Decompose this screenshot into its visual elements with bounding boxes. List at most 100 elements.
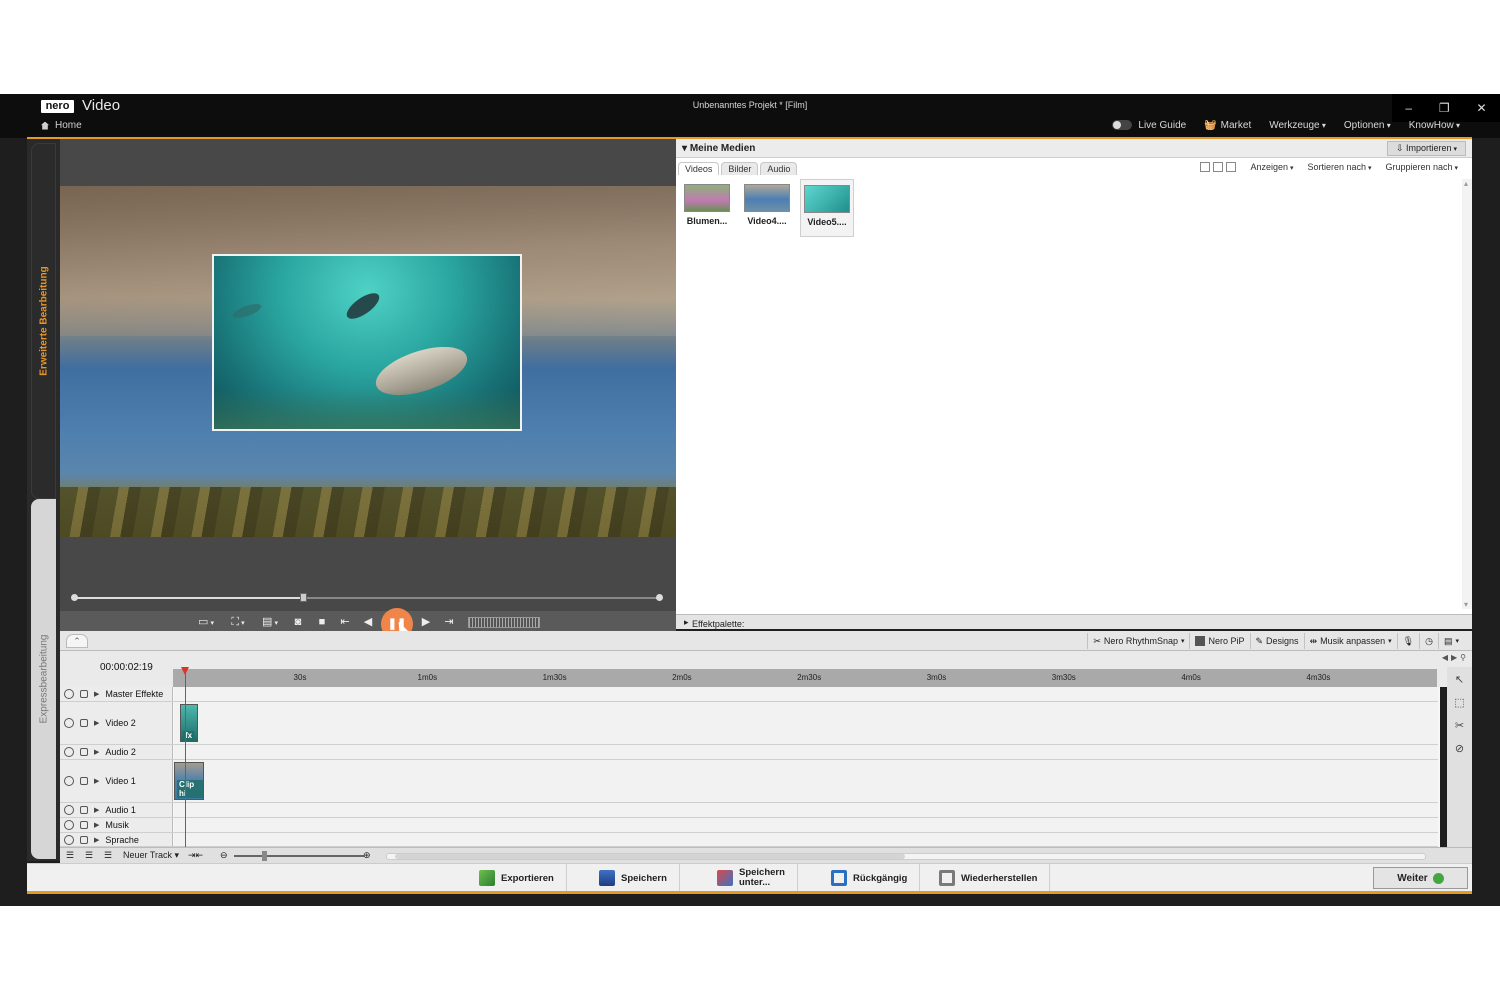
- expand-icon[interactable]: ▶: [94, 690, 99, 698]
- select-area-icon[interactable]: ⬚: [1454, 696, 1464, 709]
- lock-icon[interactable]: [80, 835, 88, 844]
- track-header[interactable]: ▶ Video 2: [60, 702, 173, 744]
- track-height-medium-icon[interactable]: ☰: [85, 850, 93, 861]
- track-lane[interactable]: [174, 833, 1438, 846]
- list-icon[interactable]: [1213, 162, 1224, 172]
- cut-icon[interactable]: ✂: [1455, 719, 1464, 732]
- fullscreen-icon[interactable]: ⛶: [226, 614, 250, 631]
- snapshot-icon[interactable]: ◙: [290, 614, 306, 631]
- music-adjust-button[interactable]: ⇹ Musik anpassen: [1303, 633, 1397, 649]
- tab-videos[interactable]: Videos: [678, 162, 720, 175]
- scroll-thumb[interactable]: [395, 854, 905, 859]
- speaker-icon[interactable]: [64, 820, 74, 830]
- minimize-button[interactable]: –: [1405, 101, 1412, 115]
- aspect-icon[interactable]: ▤: [258, 614, 282, 631]
- menu-optionen[interactable]: Optionen: [1344, 120, 1391, 131]
- anzeigen-dropdown[interactable]: Anzeigen: [1250, 162, 1293, 172]
- microphone-icon[interactable]: 🎙: [1396, 633, 1419, 649]
- group-dropdown[interactable]: Gruppieren nach: [1385, 162, 1458, 172]
- set-in-icon[interactable]: ⇤: [337, 614, 353, 631]
- market-button[interactable]: 🧺 Market: [1204, 120, 1251, 131]
- seek-handle[interactable]: [299, 593, 307, 602]
- marker-icon[interactable]: ⚲: [1460, 653, 1466, 662]
- visibility-icon[interactable]: [64, 776, 74, 786]
- pip-overlay[interactable]: [212, 254, 522, 431]
- prev-frame-icon[interactable]: ◀: [360, 614, 376, 631]
- more-icon[interactable]: ▤: [1437, 633, 1464, 649]
- scroll-left-icon[interactable]: ◀: [1442, 653, 1448, 662]
- view-mode-icons[interactable]: [1200, 162, 1237, 172]
- sort-dropdown[interactable]: Sortieren nach: [1307, 162, 1371, 172]
- zoom-in-icon[interactable]: ⊕: [363, 850, 371, 861]
- track-height-small-icon[interactable]: ☰: [66, 850, 74, 861]
- media-item[interactable]: Video4....: [740, 179, 794, 237]
- no-entry-icon[interactable]: ⊘: [1455, 742, 1464, 755]
- track-lane[interactable]: [174, 745, 1438, 759]
- menu-werkzeuge[interactable]: Werkzeuge: [1269, 120, 1326, 131]
- track-lane[interactable]: [174, 818, 1438, 832]
- zoom-slider[interactable]: [234, 851, 364, 861]
- expand-icon[interactable]: ▶: [94, 748, 99, 756]
- track-lane[interactable]: [174, 803, 1438, 817]
- speaker-icon[interactable]: [64, 834, 74, 845]
- track-header[interactable]: ▶ Musik: [60, 818, 173, 832]
- next-frame-icon[interactable]: ▶: [418, 614, 434, 631]
- save-button[interactable]: Speichern: [587, 864, 680, 892]
- new-track-dropdown[interactable]: Neuer Track ▾: [123, 850, 179, 861]
- playhead[interactable]: [181, 667, 189, 849]
- track-header[interactable]: ▶ Audio 1: [60, 803, 173, 817]
- time-scale[interactable]: 30s 1m0s 1m30s 2m0s 2m30s 3m0s 3m30s 4m0s 4m30s: [173, 669, 1437, 687]
- effect-palette-bar[interactable]: ▸ Effektpalette:: [676, 614, 1472, 629]
- speaker-icon[interactable]: [64, 805, 74, 815]
- media-item[interactable]: Blumen...: [680, 179, 734, 237]
- preview-seek-bar[interactable]: [71, 593, 663, 602]
- track-header[interactable]: ▶ Master Effekte: [60, 687, 173, 701]
- track-height-large-icon[interactable]: ☰: [104, 850, 112, 861]
- visibility-icon[interactable]: [64, 689, 74, 699]
- media-item-selected[interactable]: Video5....: [800, 179, 854, 237]
- expand-icon[interactable]: ▶: [94, 777, 99, 785]
- pip-button[interactable]: Nero PiP: [1189, 633, 1249, 649]
- designs-button[interactable]: ✎ Designs: [1249, 633, 1304, 649]
- track-lane[interactable]: Clip hi: [174, 760, 1438, 802]
- track-header[interactable]: ▶ Sprache: [60, 833, 173, 846]
- scroll-right-icon[interactable]: ▶: [1451, 653, 1457, 662]
- zoom-handle[interactable]: [262, 851, 267, 861]
- expand-icon[interactable]: ▶: [94, 836, 99, 844]
- live-guide-toggle[interactable]: Live Guide: [1112, 120, 1186, 131]
- home-link[interactable]: Home: [41, 120, 82, 131]
- tab-express-editing[interactable]: Expressbearbeitung: [31, 499, 56, 859]
- display-mode-icon[interactable]: ▭: [194, 614, 218, 631]
- expand-icon[interactable]: ▶: [94, 719, 99, 727]
- track-lane[interactable]: fx: [174, 702, 1438, 744]
- save-as-button[interactable]: Speichern unter...: [705, 864, 798, 892]
- import-button[interactable]: ⇩ Importieren: [1386, 141, 1466, 156]
- visibility-icon[interactable]: [64, 718, 74, 728]
- export-button[interactable]: Exportieren: [467, 864, 567, 892]
- media-scrollbar[interactable]: [1462, 179, 1472, 609]
- jog-shuttle[interactable]: [468, 617, 540, 628]
- zoom-out-icon[interactable]: ⊖: [220, 850, 228, 861]
- collapse-timeline-button[interactable]: ⌃: [66, 634, 88, 648]
- track-header[interactable]: ▶ Audio 2: [60, 745, 173, 759]
- details-icon[interactable]: [1226, 162, 1237, 172]
- tab-bilder[interactable]: Bilder: [721, 162, 759, 175]
- track-header[interactable]: ▶ Video 1: [60, 760, 173, 802]
- timeline-ruler[interactable]: 00:00:02:19 30s 1m0s 1m30s 2m0s 2m30s 3m0s 3m3…: [60, 651, 1472, 687]
- lock-icon[interactable]: [80, 806, 88, 814]
- expand-icon[interactable]: ▶: [94, 806, 99, 814]
- timeline-hscrollbar[interactable]: [386, 853, 1426, 860]
- pointer-icon[interactable]: ↖: [1455, 673, 1464, 686]
- lock-icon[interactable]: [80, 821, 88, 829]
- speaker-icon[interactable]: [64, 747, 74, 757]
- clock-icon[interactable]: ◷: [1419, 633, 1438, 649]
- restore-button[interactable]: ❐: [1439, 101, 1450, 115]
- lock-icon[interactable]: [80, 748, 88, 756]
- fit-timeline-icon[interactable]: ⇥⇤: [188, 850, 203, 861]
- menu-knowhow[interactable]: KnowHow: [1409, 120, 1460, 131]
- rhythmsnap-button[interactable]: ✂ Nero RhythmSnap: [1087, 633, 1189, 649]
- close-button[interactable]: ✕: [1477, 101, 1487, 115]
- undo-button[interactable]: Rückgängig: [819, 864, 921, 892]
- media-title[interactable]: ▾ Meine Medien: [682, 143, 755, 154]
- tab-audio[interactable]: Audio: [760, 162, 798, 175]
